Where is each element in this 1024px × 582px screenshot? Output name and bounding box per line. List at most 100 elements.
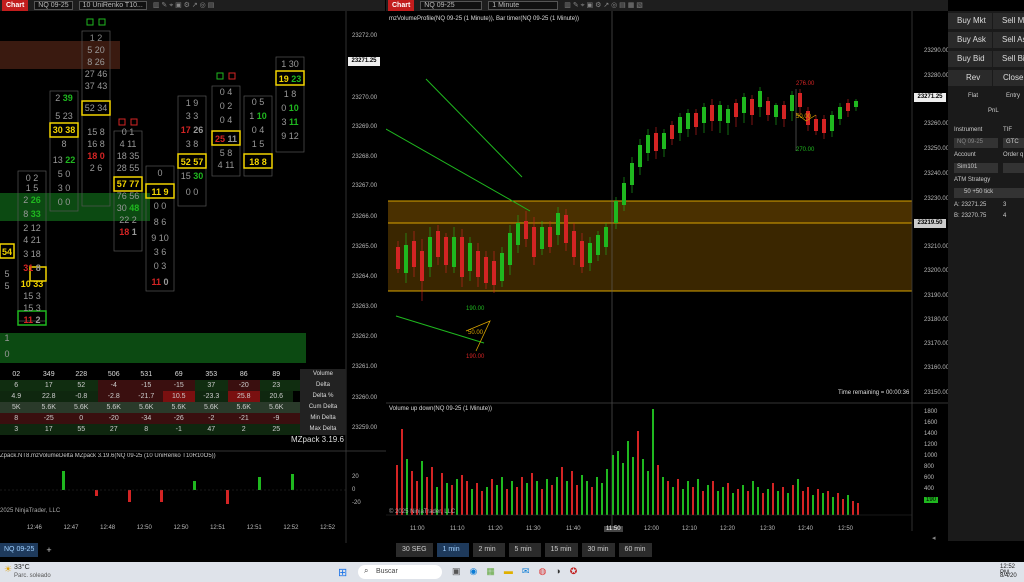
lower-entry-label: 50.00 [468, 330, 484, 336]
svg-text:25 11: 25 11 [215, 134, 237, 144]
close-button[interactable]: Close [993, 70, 1024, 86]
weather-temp[interactable]: 33°C [14, 564, 30, 571]
timeframe-30min[interactable]: 30 min [581, 543, 615, 557]
add-tab-button[interactable]: + [42, 545, 55, 555]
price-tick: 23150.00 [924, 390, 950, 396]
table-cell: -15 [162, 380, 195, 391]
left-instrument-selector[interactable]: NQ 09-25 [34, 1, 73, 10]
svg-text:4 11: 4 11 [120, 139, 137, 149]
app-icon[interactable]: ◑ [555, 566, 560, 577]
time-tick: 12:00 [644, 526, 660, 532]
buy-ask-button[interactable]: Buy Ask [948, 32, 992, 48]
right-indicator-title: mzVolumeProfile(NQ 09-25 (1 Minute)), Ba… [389, 16, 580, 22]
left-copyright: 2025 NinjaTrader, LLC [0, 508, 61, 514]
row-label-cum-delta: Cum Delta [300, 402, 346, 413]
volume-tick: 1400 [924, 431, 938, 437]
sell-market-button[interactable]: Sell Mkt [993, 13, 1024, 29]
order-qty-input[interactable] [1003, 163, 1024, 173]
time-tick: 12:40 [798, 526, 814, 532]
toolbar-icons[interactable]: ▥ ✎ ⌖ ▣ ⚙ ↗ ◎ ▤ [153, 1, 215, 10]
scroll-left-icon[interactable]: ◂ [932, 534, 936, 542]
taskbar-search[interactable]: ⌕ Buscar [358, 565, 442, 579]
volume-tick: 600 [924, 475, 935, 481]
svg-text:54: 54 [2, 247, 12, 257]
price-tick: 23264.00 [352, 274, 378, 280]
svg-text:57 77: 57 77 [117, 179, 140, 189]
svg-text:27 46: 27 46 [85, 69, 108, 79]
candlestick-chart[interactable] [386, 11, 948, 543]
svg-text:52 57: 52 57 [181, 157, 204, 167]
timeframe-30seg[interactable]: 30 SEG [396, 543, 433, 557]
price-tick: 23230.00 [924, 196, 950, 202]
reverse-button[interactable]: Rev [948, 70, 992, 86]
taskview-icon[interactable]: ▣ [452, 566, 461, 577]
order-entry-panel: Buy Mkt Sell Mkt Buy Ask Sell Ask Buy Bi… [948, 11, 1024, 541]
delta-axis-tick: 20 [352, 474, 359, 480]
edge-icon[interactable]: ◉ [470, 566, 478, 577]
timeframe-1min[interactable]: 1 min [436, 543, 469, 557]
right-toolbar: Chart NQ 09-25 1 Minute ▥ ✎ ⌖ ▣ ⚙ ↗ ◎ ▤ … [386, 0, 948, 11]
svg-text:31 8: 31 8 [23, 263, 41, 273]
left-chart-tab[interactable]: Chart [2, 0, 29, 11]
table-cell: -1 [175, 426, 182, 433]
chart-tabs: NQ 09-25 + [0, 543, 56, 557]
mail-icon[interactable]: ✉ [522, 566, 530, 577]
right-instrument-selector[interactable]: NQ 09-25 [420, 1, 483, 10]
tab-nq[interactable]: NQ 09-25 [0, 543, 39, 557]
footprint-chart[interactable]: 1 25 208 2627 4637 4352 3415 816 818 02 … [0, 11, 386, 543]
atm-strategy-selector[interactable]: 50 +50 tick [954, 188, 1024, 198]
buy-bid-button[interactable]: Buy Bid [948, 51, 992, 67]
tif-selector[interactable]: GTC [1003, 138, 1024, 148]
right-time-axis[interactable]: 11:00 11:10 11:20 11:30 11:40 11:50 12:0… [398, 526, 918, 536]
table-cell: 353 [205, 371, 218, 378]
svg-text:18 35: 18 35 [117, 151, 140, 161]
timeframe-2min[interactable]: 2 min [472, 543, 505, 557]
atm-strategy-label: ATM Strategy [954, 177, 991, 183]
right-bartype-selector[interactable]: 1 Minute [488, 1, 559, 10]
instrument-selector[interactable]: NQ 09-25 [954, 138, 998, 148]
time-tick: 12:52 [283, 525, 299, 531]
price-tick: 23160.00 [924, 365, 950, 371]
svg-text:15 30: 15 30 [181, 171, 204, 181]
ninjatrader-icon[interactable]: ✪ [570, 566, 578, 577]
timeframe-5min[interactable]: 5 min [508, 543, 541, 557]
table-cell: 5.6K [139, 404, 154, 411]
table-cell: -34 [141, 415, 152, 422]
sell-bid-button[interactable]: Sell Bid [993, 51, 1024, 67]
table-row: 4.9 22.8 -0.8 -2.8 -21.7 10.5 -23.3 25.8 20.6 [0, 391, 293, 402]
account-selector[interactable]: Sim101 [954, 163, 998, 173]
left-bartype-selector[interactable]: 10 UniRenko T10... [78, 1, 147, 10]
sell-ask-button[interactable]: Sell Ask [993, 32, 1024, 48]
svg-text:2 39: 2 39 [55, 93, 73, 103]
toolbar-icons[interactable]: ▥ ✎ ⌖ ▣ ⚙ ↗ ◎ ▤ ▦ ▧ [564, 1, 643, 10]
explorer-icon[interactable]: ▬ [504, 566, 513, 577]
svg-text:0: 0 [4, 349, 9, 359]
right-current-price-tag: 23271.25 [914, 93, 946, 102]
right-chart-tab[interactable]: Chart [388, 0, 415, 11]
svg-text:4 11: 4 11 [218, 160, 235, 170]
volume-tag: 190 [924, 497, 939, 503]
left-time-axis[interactable]: 12:46 12:47 12:48 12:50 12:50 12:51 12:51 12:52… [0, 525, 346, 531]
clock-date: 8/4/20 [1000, 573, 1017, 579]
table-cell: 506 [107, 371, 120, 378]
store-icon[interactable]: ▦ [486, 566, 495, 577]
svg-text:4 21: 4 21 [23, 235, 41, 245]
timeframe-60min[interactable]: 60 min [618, 543, 652, 557]
table-cell: 6 [14, 382, 19, 389]
svg-text:8 33: 8 33 [23, 209, 41, 219]
timeframe-15min[interactable]: 15 min [544, 543, 578, 557]
svg-text:3 11: 3 11 [281, 117, 298, 127]
windows-start-icon[interactable]: ⊞ [338, 566, 347, 579]
svg-text:2 26: 2 26 [23, 195, 41, 205]
buy-market-button[interactable]: Buy Mkt [948, 13, 992, 29]
svg-text:5 20: 5 20 [87, 45, 105, 55]
time-tick: 12:50 [136, 525, 152, 531]
pnl-label: PnL [988, 108, 999, 114]
svg-text:3 3: 3 3 [186, 111, 199, 121]
chrome-icon[interactable]: ◍ [538, 566, 546, 577]
lower-target-label: 190.00 [466, 306, 485, 312]
table-cell: 5.6K [236, 404, 251, 411]
row-label-volume: Volume [300, 369, 346, 380]
svg-text:22 2: 22 2 [119, 215, 137, 225]
svg-text:17 26: 17 26 [181, 125, 204, 135]
